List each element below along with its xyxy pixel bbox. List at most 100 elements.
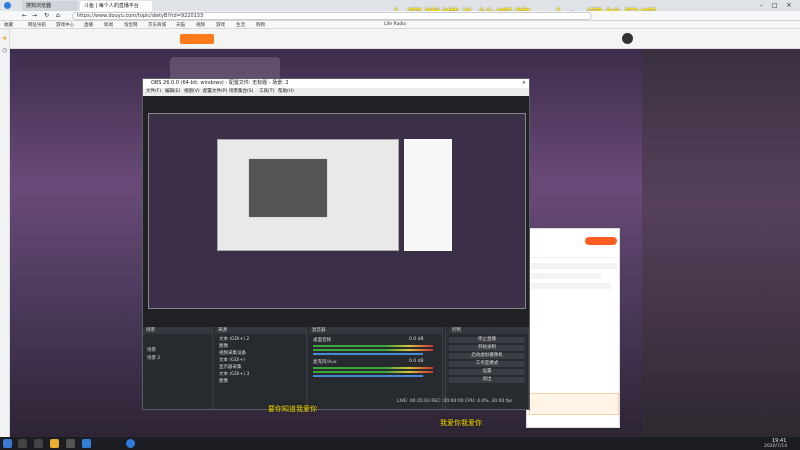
volume-slider[interactable] <box>313 375 423 377</box>
menu-help[interactable]: 帮助(H) <box>278 88 294 96</box>
bookmark-item[interactable]: 直播 <box>84 22 93 28</box>
back-icon[interactable]: ← <box>22 12 27 19</box>
tab-home[interactable]: 搜狗浏览器 <box>22 1 78 11</box>
chat-header-button[interactable] <box>585 237 617 245</box>
reload-icon[interactable]: ↻ <box>44 12 49 19</box>
minimize-icon[interactable]: – <box>760 2 763 9</box>
settings-button[interactable]: 设置 <box>449 369 525 375</box>
bookmark-item[interactable]: 新闻 <box>104 22 113 28</box>
source-item[interactable]: 图像 <box>219 378 228 384</box>
nested-obs <box>248 158 328 218</box>
sources-dock: 来源 文本 (GDI+) 2 图像 视频采集设备 文本 (GDI+) 显示器采集… <box>215 327 307 409</box>
home-icon[interactable]: ⌂ <box>56 12 60 19</box>
source-item[interactable]: 文本 (GDI+) <box>219 357 245 363</box>
url-input[interactable]: https://www.douyu.com/topic/dwtyB?rid=92… <box>72 12 592 20</box>
scenes-header: 场景 <box>143 327 212 334</box>
volume-slider[interactable] <box>313 353 423 355</box>
bookmark-item[interactable]: 游戏 <box>216 22 225 28</box>
clock-date: 2020/7/14 <box>764 444 788 449</box>
mixer-channel-name: 桌面音频 <box>313 338 331 343</box>
chat-message <box>531 283 611 289</box>
chat-message <box>531 263 617 269</box>
menu-edit[interactable]: 编辑(E) <box>165 88 180 96</box>
browser-taskbar-icon[interactable] <box>126 439 135 448</box>
start-recording-button[interactable]: 开始录制 <box>449 345 525 351</box>
subtitle-line-1: 要你知道我爱你 <box>268 405 317 413</box>
bookmark-item[interactable]: 游戏中心 <box>56 22 74 28</box>
search-icon[interactable] <box>18 439 27 448</box>
history-icon[interactable]: ◷ <box>2 47 7 54</box>
bookmark-item[interactable]: 淘宝网 <box>124 22 138 28</box>
preview-side-panel <box>404 139 452 251</box>
mixer-channel-db: 0.0 dB <box>409 337 424 342</box>
scene-item[interactable]: 场景 2 <box>147 355 160 361</box>
maximize-icon[interactable]: □ <box>772 2 778 9</box>
obs-status-bar: LIVE: 00:35:03 REC: 00:00:00 CPU: 4.0%, … <box>397 399 513 404</box>
sources-header: 来源 <box>215 327 306 334</box>
bookmark-item[interactable]: 网址导航 <box>28 22 46 28</box>
transitions-dock <box>445 327 446 409</box>
virtual-camera-button[interactable]: 启动虚拟摄像机 <box>449 353 525 359</box>
source-item[interactable]: 文本 (GDI+) 2 <box>219 336 249 342</box>
obs-close-icon[interactable]: × <box>522 79 526 88</box>
source-item[interactable]: 显示器采集 <box>219 364 242 370</box>
obs-taskbar-icon[interactable] <box>66 439 75 448</box>
bookmark-item[interactable]: 购物 <box>256 22 265 28</box>
nested-browser <box>217 139 399 251</box>
menu-tools[interactable]: 工具(T) <box>259 88 274 96</box>
tab-douyu[interactable]: 斗鱼 | 每个人的直播平台 <box>80 1 152 11</box>
audio-meter <box>313 371 433 373</box>
controls-dock: 控制 停止直播 开始录制 启动虚拟摄像机 工作室模式 设置 退出 <box>449 327 529 409</box>
close-icon[interactable]: × <box>786 1 792 9</box>
exit-button[interactable]: 退出 <box>449 377 525 383</box>
douyu-logo <box>180 34 214 44</box>
bookmarks-bar: 收藏 网址导航 游戏中心 直播 新闻 淘宝网 京东商城 天猫 视频 游戏 生活 … <box>0 21 800 29</box>
source-item[interactable]: 文本 (GDI+) 3 <box>219 371 249 377</box>
mixer-channel-db: 0.0 dB <box>409 359 424 364</box>
app-taskbar-icon[interactable] <box>82 439 91 448</box>
stop-streaming-button[interactable]: 停止直播 <box>449 337 525 343</box>
audio-meter <box>313 345 433 347</box>
bookmark-item[interactable]: 收藏 <box>4 22 13 28</box>
gift-notice <box>529 393 619 415</box>
folder-icon[interactable] <box>50 439 59 448</box>
obs-preview[interactable] <box>148 113 526 309</box>
mixer-channel-name: 麦克风/Aux <box>313 360 337 365</box>
taskbar: 19:41 2020/7/14 <box>0 437 800 450</box>
chat-divider <box>531 257 617 258</box>
scene-item[interactable]: 场景 <box>147 347 156 353</box>
obs-title-bar: OBS 26.0.0 (64-bit, windows) - 配置文件: 无标题… <box>143 79 529 88</box>
bookmark-item[interactable]: 天猫 <box>176 22 185 28</box>
source-item[interactable]: 图像 <box>219 343 228 349</box>
taskview-icon[interactable] <box>34 439 43 448</box>
audio-meter <box>313 349 433 351</box>
mixer-dock: 混音器 桌面音频 0.0 dB 麦克风/Aux 0.0 dB <box>309 327 443 409</box>
bookmark-item[interactable]: 视频 <box>196 22 205 28</box>
site-header <box>10 29 800 49</box>
side-panel <box>642 49 800 437</box>
obs-window[interactable]: OBS 26.0.0 (64-bit, windows) - 配置文件: 无标题… <box>142 78 530 410</box>
scenes-dock: 场景 场景 场景 2 <box>143 327 213 409</box>
chat-panel <box>526 228 620 428</box>
menu-file[interactable]: 文件(F) <box>146 88 161 96</box>
mixer-header: 混音器 <box>309 327 442 334</box>
bookmark-item[interactable]: Life Radio <box>384 22 406 27</box>
chat-message <box>531 273 601 279</box>
source-item[interactable]: 视频采集设备 <box>219 350 246 356</box>
audio-meter <box>313 367 433 369</box>
favorites-icon[interactable]: ★ <box>2 35 7 42</box>
controls-header: 控制 <box>449 327 528 334</box>
start-icon[interactable] <box>3 439 12 448</box>
obs-docks: 场景 场景 场景 2 来源 文本 (GDI+) 2 图像 视频采集设备 文本 (… <box>143 327 529 409</box>
menu-scene-collection[interactable]: 场景集合(S) <box>229 88 253 96</box>
forward-icon[interactable]: → <box>32 12 37 19</box>
bookmark-item[interactable]: 京东商城 <box>148 22 166 28</box>
menu-profile[interactable]: 配置文件(P) <box>203 88 227 96</box>
studio-mode-button[interactable]: 工作室模式 <box>449 361 525 367</box>
menu-view[interactable]: 视图(V) <box>184 88 200 96</box>
subtitle-line-2: 我爱你我爱你 <box>440 419 482 427</box>
user-avatar[interactable] <box>622 33 633 44</box>
browser-sidebar: ★ ◷ <box>0 29 10 437</box>
bookmark-item[interactable]: 生活 <box>236 22 245 28</box>
obs-menu-bar: 文件(F) 编辑(E) 视图(V) 配置文件(P) 场景集合(S) 工具(T) … <box>143 88 529 96</box>
